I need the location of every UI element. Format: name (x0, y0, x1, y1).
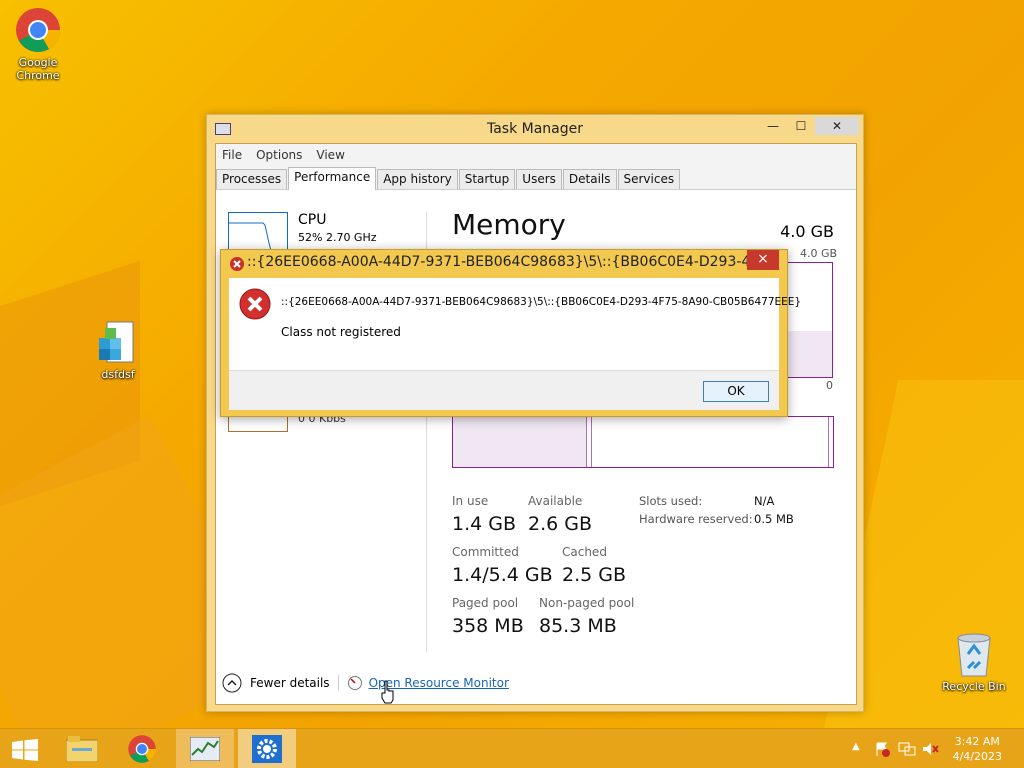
committed-label: Committed (452, 545, 519, 559)
error-small-icon (230, 257, 244, 271)
menu-options[interactable]: Options (256, 148, 302, 162)
memory-composition-graph (452, 416, 834, 468)
ok-button[interactable]: OK (703, 381, 769, 402)
desktop-icon-dsfdsf[interactable]: dsfdsf (80, 320, 156, 381)
available-value: 2.6 GB (528, 513, 593, 535)
memory-title: Memory (452, 208, 566, 241)
tab-users[interactable]: Users (516, 169, 562, 189)
start-button[interactable] (0, 729, 58, 768)
dialog-title: ::{26EE0668-A00A-44D7-9371-BEB064C98683}… (247, 254, 747, 270)
tab-startup[interactable]: Startup (458, 169, 516, 189)
desktop-icon-label: dsfdsf (101, 368, 135, 381)
tab-performance[interactable]: Performance (288, 167, 377, 190)
footer: Fewer details Open Resource Monitor (216, 662, 856, 704)
taskbar-chrome[interactable] (114, 729, 172, 768)
available-label: Available (528, 494, 583, 508)
hand-cursor-icon (381, 680, 394, 704)
chrome-icon (128, 735, 156, 763)
chevron-up-icon (222, 673, 242, 693)
fewer-details-label: Fewer details (250, 676, 330, 690)
folder-icon (66, 736, 98, 762)
dialog-body: ::{26EE0668-A00A-44D7-9371-BEB064C98683}… (229, 278, 801, 370)
action-center-flag-icon[interactable] (874, 741, 890, 757)
desktop-icon-recycle-bin[interactable]: Recycle Bin (936, 632, 1012, 693)
taskbar-file-explorer[interactable] (54, 729, 112, 768)
committed-value: 1.4/5.4 GB (452, 564, 553, 586)
open-resource-monitor-link[interactable]: Open Resource Monitor (347, 675, 509, 691)
volume-muted-icon[interactable] (922, 741, 940, 757)
graph-min-label: 0 (826, 379, 833, 392)
paged-pool-value: 358 MB (452, 615, 524, 637)
recycle-bin-icon (957, 633, 991, 677)
slots-used-label: Slots used: (639, 494, 703, 508)
network-icon[interactable] (898, 741, 916, 757)
tab-bar: Processes Performance App history Startu… (216, 166, 856, 190)
title-bar[interactable]: Task Manager — ☐ ✕ (207, 115, 863, 143)
graph-max-label: 4.0 GB (800, 247, 838, 260)
menu-view[interactable]: View (316, 148, 344, 162)
cached-value: 2.5 GB (562, 564, 627, 586)
desktop-icon-label: Recycle Bin (942, 680, 1006, 693)
task-manager-icon (190, 737, 220, 761)
memory-in-use-bar (453, 417, 587, 467)
resource-monitor-icon (347, 676, 362, 690)
menu-file[interactable]: File (222, 148, 242, 162)
paged-pool-label: Paged pool (452, 596, 519, 610)
memory-total: 4.0 GB (780, 222, 834, 241)
chrome-icon (16, 8, 60, 52)
nonpaged-pool-value: 85.3 MB (539, 615, 617, 637)
task-manager-content: File Options View Processes Performance … (215, 143, 857, 705)
nonpaged-pool-label: Non-paged pool (539, 596, 635, 610)
dialog-close-button[interactable]: × (747, 250, 779, 270)
in-use-value: 1.4 GB (452, 513, 517, 535)
registry-file-icon (99, 321, 134, 363)
windows-logo-icon (12, 739, 38, 761)
error-dialog: ::{26EE0668-A00A-44D7-9371-BEB064C98683}… (220, 249, 801, 417)
tab-details[interactable]: Details (562, 169, 617, 189)
taskbar-control-panel[interactable] (238, 729, 296, 768)
dialog-path: ::{26EE0668-A00A-44D7-9371-BEB064C98683}… (281, 296, 802, 308)
fewer-details-button[interactable]: Fewer details (222, 673, 330, 693)
cpu-detail: 52% 2.70 GHz (298, 231, 377, 244)
desktop-icon-chrome[interactable]: Google Chrome (0, 6, 76, 82)
menu-bar: File Options View (216, 144, 856, 166)
in-use-label: In use (452, 494, 489, 508)
taskbar: ▲ 3:42 AM 4/4/2023 (0, 728, 1024, 768)
tab-services[interactable]: Services (617, 169, 681, 189)
tab-processes[interactable]: Processes (216, 169, 288, 189)
hardware-reserved-value: 0.5 MB (754, 512, 794, 526)
cpu-label: CPU (298, 212, 327, 228)
error-icon (239, 288, 271, 320)
dialog-footer: OK (229, 370, 779, 410)
maximize-button[interactable]: ☐ (791, 117, 811, 135)
close-button[interactable]: ✕ (815, 117, 859, 135)
slots-used-value: N/A (754, 494, 775, 508)
dialog-message: Class not registered (281, 325, 401, 339)
tab-app-history[interactable]: App history (377, 169, 458, 189)
minimize-button[interactable]: — (763, 117, 783, 135)
clock[interactable]: 3:42 AM 4/4/2023 (953, 734, 1002, 764)
hardware-reserved-label: Hardware reserved: (639, 512, 753, 526)
desktop-icon-label: Google Chrome (16, 56, 60, 82)
clock-time: 3:42 AM (954, 735, 1000, 748)
show-hidden-icons-button[interactable]: ▲ (852, 741, 860, 752)
taskbar-task-manager[interactable] (176, 729, 234, 768)
gear-icon (252, 735, 282, 763)
cached-label: Cached (562, 545, 607, 559)
clock-date: 4/4/2023 (952, 750, 1002, 763)
